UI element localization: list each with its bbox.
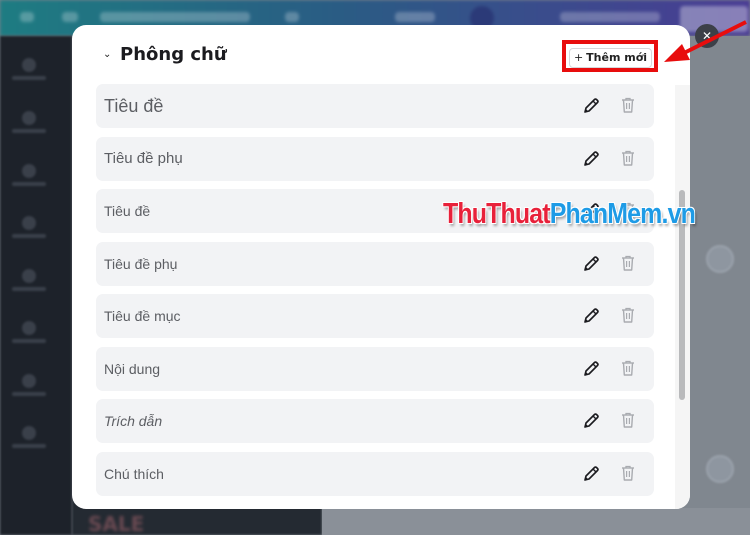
pencil-icon[interactable]: [582, 465, 600, 483]
pencil-icon[interactable]: [582, 255, 600, 273]
pencil-icon[interactable]: [582, 150, 600, 168]
pencil-icon[interactable]: [582, 307, 600, 325]
watermark: ThuThuatPhanMem.vn: [443, 198, 696, 231]
font-style-label: Tiêu đề: [104, 95, 164, 116]
close-button[interactable]: ✕: [695, 24, 719, 48]
pencil-icon[interactable]: [582, 412, 600, 430]
watermark-part1: ThuThuat: [443, 198, 551, 230]
close-icon: ✕: [701, 29, 713, 43]
trash-icon[interactable]: [620, 306, 636, 324]
pencil-icon[interactable]: [582, 97, 600, 115]
trash-icon[interactable]: [620, 96, 636, 114]
font-style-label: Tiêu đề: [104, 203, 151, 219]
font-style-label: Tiêu đề phụ: [104, 255, 178, 272]
background-statusbar: [322, 508, 750, 535]
font-style-row[interactable]: Tiêu đề: [96, 84, 654, 128]
background-circle: [706, 245, 734, 273]
font-style-row[interactable]: Nội dung: [96, 346, 654, 391]
modal-header: ⌄ Phông chữ + Thêm mới: [72, 25, 690, 85]
add-new-label: Thêm mới: [586, 51, 648, 64]
font-style-row[interactable]: Tiêu đề mục: [96, 294, 654, 338]
font-style-label: Nội dung: [104, 360, 161, 377]
chevron-down-icon[interactable]: ⌄: [103, 50, 111, 60]
pencil-icon[interactable]: [582, 360, 600, 378]
font-style-row[interactable]: Tiêu đề phụ: [96, 241, 654, 286]
watermark-part2: PhanMem: [549, 198, 663, 230]
font-style-row[interactable]: Chú thích: [96, 451, 654, 496]
font-style-label: Tiêu đề mục: [104, 308, 181, 324]
font-style-row[interactable]: Tiêu đề phụ: [96, 136, 654, 181]
font-style-label: Trích dẫn: [104, 413, 163, 429]
add-new-button[interactable]: + Thêm mới: [569, 48, 652, 68]
trash-icon[interactable]: [620, 254, 636, 272]
modal-title: Phông chữ: [120, 44, 227, 65]
background-sidebar: [0, 36, 72, 535]
background-sale-text: SALE: [88, 512, 145, 535]
trash-icon[interactable]: [620, 149, 636, 167]
watermark-part3: .vn: [661, 198, 695, 230]
fonts-modal: ⌄ Phông chữ + Thêm mới Tiêu đề Tiêu đề ph…: [72, 25, 690, 509]
trash-icon[interactable]: [620, 411, 636, 429]
font-style-label: Chú thích: [104, 465, 164, 482]
font-style-label: Tiêu đề phụ: [104, 150, 183, 167]
font-style-row[interactable]: Trích dẫn: [96, 399, 654, 443]
plus-icon: +: [573, 51, 584, 64]
trash-icon[interactable]: [620, 359, 636, 377]
trash-icon[interactable]: [620, 464, 636, 482]
background-circle: [706, 455, 734, 483]
